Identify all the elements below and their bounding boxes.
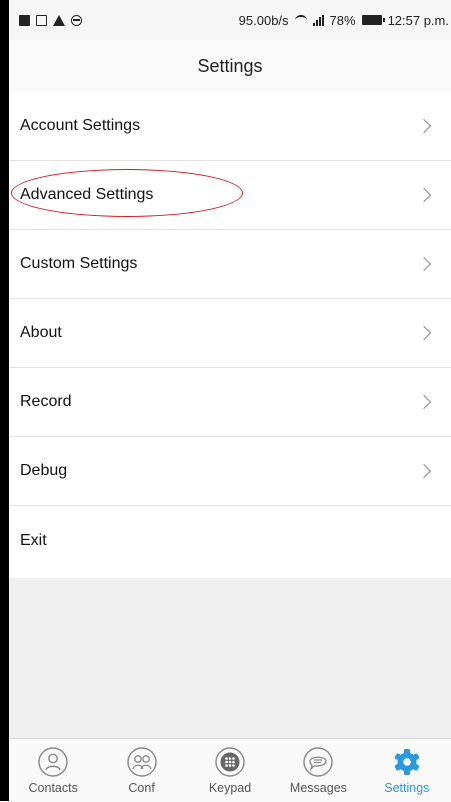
page-title: Settings [197, 55, 263, 76]
clock: 12:57 p.m. [387, 12, 449, 28]
settings-item-label: Custom Settings [20, 255, 138, 272]
do-not-disturb-icon [71, 14, 82, 26]
red-circle-annotation [11, 169, 243, 217]
settings-item-label: Record [20, 393, 72, 410]
tab-label: Messages [289, 781, 347, 795]
image-notification-icon [19, 14, 30, 26]
settings-item-label: Exit [20, 531, 47, 549]
tab-label: Keypad [208, 781, 252, 795]
settings-item-exit[interactable]: Exit [9, 506, 451, 575]
person-icon [38, 747, 68, 777]
chevron-right-icon [416, 118, 432, 134]
battery-percent: 78% [329, 12, 356, 28]
settings-item-label: Debug [20, 462, 68, 479]
empty-area [9, 578, 451, 738]
status-bar: 95.00b/s 78% 12:57 p.m. [9, 0, 451, 40]
signal-icon [312, 14, 324, 26]
settings-item-account[interactable]: Account Settings [9, 92, 451, 161]
tab-keypad[interactable]: Keypad [186, 739, 274, 802]
tab-conf[interactable]: Conf [97, 739, 185, 802]
chevron-right-icon [416, 325, 432, 341]
wifi-icon [294, 14, 307, 26]
settings-item-advanced[interactable]: Advanced Settings [9, 161, 451, 230]
settings-item-about[interactable]: About [9, 299, 451, 368]
group-icon [126, 747, 157, 777]
tab-label: Conf [128, 781, 155, 795]
chevron-right-icon [416, 463, 432, 479]
alert-notification-icon [53, 14, 65, 26]
message-notification-icon [36, 14, 47, 26]
chevron-right-icon [416, 187, 432, 203]
network-speed: 95.00b/s [238, 12, 289, 28]
chat-bubble-icon [303, 747, 334, 777]
settings-item-record[interactable]: Record [9, 368, 451, 437]
settings-item-custom[interactable]: Custom Settings [9, 230, 451, 299]
battery-icon [361, 15, 385, 25]
app-header: Settings [9, 40, 451, 93]
gear-icon [394, 749, 420, 775]
chevron-right-icon [416, 256, 432, 272]
settings-list: Account Settings Advanced Settings Custo… [9, 92, 451, 575]
settings-item-label: About [20, 324, 62, 341]
tab-settings[interactable]: Settings [363, 739, 451, 802]
tab-messages[interactable]: Messages [274, 739, 362, 802]
bottom-tab-bar: Contacts Conf Keypad Messages Settings [9, 738, 451, 802]
chevron-right-icon [416, 394, 432, 410]
tab-label: Contacts [28, 781, 78, 795]
keypad-icon [215, 747, 245, 777]
settings-item-label: Account Settings [20, 117, 141, 134]
tab-contacts[interactable]: Contacts [9, 739, 97, 802]
settings-item-debug[interactable]: Debug [9, 437, 451, 506]
tab-label: Settings [384, 781, 430, 795]
